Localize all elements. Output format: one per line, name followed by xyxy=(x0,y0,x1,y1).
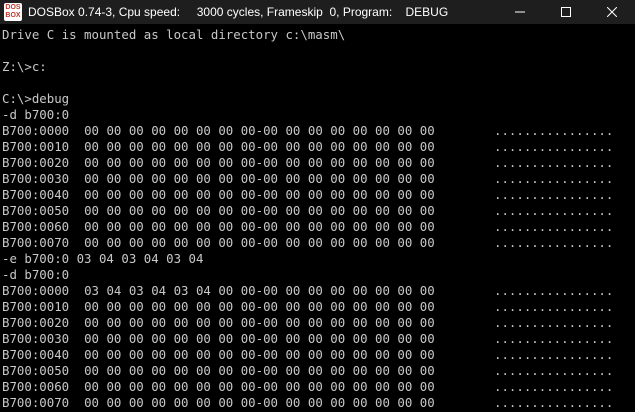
memory-dump-row: B700:0010 00 00 00 00 00 00 00 00-00 00 … xyxy=(2,299,613,315)
close-button[interactable] xyxy=(589,0,635,24)
console-line: Z:\>c: xyxy=(2,59,47,74)
dump-address: B700:0010 xyxy=(2,139,70,154)
dump-address: B700:0020 xyxy=(2,315,70,330)
memory-dump-row: B700:0060 00 00 00 00 00 00 00 00-00 00 … xyxy=(2,219,613,235)
dump-ascii-column: ................ xyxy=(494,299,614,314)
minimize-button[interactable] xyxy=(497,0,543,24)
dump-ascii-column: ................ xyxy=(494,235,614,250)
dump-ascii-column: ................ xyxy=(494,331,614,346)
dump-address: B700:0000 xyxy=(2,283,70,298)
window-controls xyxy=(497,0,635,24)
dump-address: B700:0070 xyxy=(2,235,70,250)
console-line: -d b700:0 xyxy=(2,107,70,122)
dos-console-screen[interactable]: Drive C is mounted as local directory c:… xyxy=(0,24,635,412)
dump-ascii-column: ................ xyxy=(494,155,614,170)
memory-dump-row: B700:0070 00 00 00 00 00 00 00 00-00 00 … xyxy=(2,395,613,411)
dump-hex-bytes: 00 00 00 00 00 00 00 00-00 00 00 00 00 0… xyxy=(84,347,435,362)
dump-hex-bytes: 00 00 00 00 00 00 00 00-00 00 00 00 00 0… xyxy=(84,331,435,346)
dump-address: B700:0060 xyxy=(2,379,70,394)
dump-ascii-column: ................ xyxy=(494,171,614,186)
console-line: Drive C is mounted as local directory c:… xyxy=(2,27,346,42)
dosbox-app-icon[interactable]: DOS BOX xyxy=(4,3,22,21)
dump-hex-bytes: 00 00 00 00 00 00 00 00-00 00 00 00 00 0… xyxy=(84,315,435,330)
dump-hex-bytes: 00 00 00 00 00 00 00 00-00 00 00 00 00 0… xyxy=(84,379,435,394)
dump-hex-bytes: 00 00 00 00 00 00 00 00-00 00 00 00 00 0… xyxy=(84,123,435,138)
dump-address: B700:0030 xyxy=(2,171,70,186)
dump-ascii-column: ................ xyxy=(494,219,614,234)
memory-dump-row: B700:0030 00 00 00 00 00 00 00 00-00 00 … xyxy=(2,171,613,187)
memory-dump-row: B700:0010 00 00 00 00 00 00 00 00-00 00 … xyxy=(2,139,613,155)
dump-hex-bytes: 00 00 00 00 00 00 00 00-00 00 00 00 00 0… xyxy=(84,395,435,410)
memory-dump-row: B700:0040 00 00 00 00 00 00 00 00-00 00 … xyxy=(2,347,613,363)
dump-hex-bytes: 00 00 00 00 00 00 00 00-00 00 00 00 00 0… xyxy=(84,299,435,314)
dump-ascii-column: ................ xyxy=(494,139,614,154)
dump-address: B700:0060 xyxy=(2,219,70,234)
dump-hex-bytes: 00 00 00 00 00 00 00 00-00 00 00 00 00 0… xyxy=(84,363,435,378)
dump-address: B700:0040 xyxy=(2,187,70,202)
dump-ascii-column: ................ xyxy=(494,283,614,298)
dosbox-window: DOS BOX DOSBox 0.74-3, Cpu speed: 3000 c… xyxy=(0,0,635,412)
memory-dump-row: B700:0040 00 00 00 00 00 00 00 00-00 00 … xyxy=(2,187,613,203)
maximize-button[interactable] xyxy=(543,0,589,24)
dump-address: B700:0020 xyxy=(2,155,70,170)
dump-ascii-column: ................ xyxy=(494,395,614,410)
memory-dump-row: B700:0060 00 00 00 00 00 00 00 00-00 00 … xyxy=(2,379,613,395)
console-line: -d b700:0 xyxy=(2,267,70,282)
dump-hex-bytes: 03 04 03 04 03 04 00 00-00 00 00 00 00 0… xyxy=(84,283,435,298)
maximize-icon xyxy=(561,7,571,17)
dump-hex-bytes: 00 00 00 00 00 00 00 00-00 00 00 00 00 0… xyxy=(84,139,435,154)
dump-ascii-column: ................ xyxy=(494,187,614,202)
dump-address: B700:0030 xyxy=(2,331,70,346)
dump-address: B700:0040 xyxy=(2,347,70,362)
memory-dump-row: B700:0020 00 00 00 00 00 00 00 00-00 00 … xyxy=(2,315,613,331)
dump-address: B700:0000 xyxy=(2,123,70,138)
console-line: C:\>debug xyxy=(2,91,70,106)
dump-address: B700:0010 xyxy=(2,299,70,314)
dump-address: B700:0050 xyxy=(2,363,70,378)
minimize-icon xyxy=(515,11,525,13)
memory-dump-row: B700:0020 00 00 00 00 00 00 00 00-00 00 … xyxy=(2,155,613,171)
app-icon-text-bottom: BOX xyxy=(5,12,21,19)
memory-dump-row: B700:0030 00 00 00 00 00 00 00 00-00 00 … xyxy=(2,331,613,347)
dump-address: B700:0070 xyxy=(2,395,70,410)
dump-hex-bytes: 00 00 00 00 00 00 00 00-00 00 00 00 00 0… xyxy=(84,235,435,250)
dump-hex-bytes: 00 00 00 00 00 00 00 00-00 00 00 00 00 0… xyxy=(84,187,435,202)
dump-ascii-column: ................ xyxy=(494,203,614,218)
dump-address: B700:0050 xyxy=(2,203,70,218)
memory-dump-row: B700:0070 00 00 00 00 00 00 00 00-00 00 … xyxy=(2,235,613,251)
title-bar[interactable]: DOS BOX DOSBox 0.74-3, Cpu speed: 3000 c… xyxy=(0,0,635,24)
dump-hex-bytes: 00 00 00 00 00 00 00 00-00 00 00 00 00 0… xyxy=(84,203,435,218)
memory-dump-row: B700:0050 00 00 00 00 00 00 00 00-00 00 … xyxy=(2,363,613,379)
console-line: -e b700:0 03 04 03 04 03 04 xyxy=(2,251,204,266)
memory-dump-row: B700:0050 00 00 00 00 00 00 00 00-00 00 … xyxy=(2,203,613,219)
dump-ascii-column: ................ xyxy=(494,363,614,378)
close-icon xyxy=(607,7,617,17)
window-title: DOSBox 0.74-3, Cpu speed: 3000 cycles, F… xyxy=(28,5,449,19)
dump-hex-bytes: 00 00 00 00 00 00 00 00-00 00 00 00 00 0… xyxy=(84,155,435,170)
memory-dump-row: B700:0000 00 00 00 00 00 00 00 00-00 00 … xyxy=(2,123,613,139)
dump-hex-bytes: 00 00 00 00 00 00 00 00-00 00 00 00 00 0… xyxy=(84,171,435,186)
dump-ascii-column: ................ xyxy=(494,347,614,362)
memory-dump-row: B700:0000 03 04 03 04 03 04 00 00-00 00 … xyxy=(2,283,613,299)
dump-hex-bytes: 00 00 00 00 00 00 00 00-00 00 00 00 00 0… xyxy=(84,219,435,234)
dump-ascii-column: ................ xyxy=(494,123,614,138)
app-icon-text-top: DOS xyxy=(5,4,21,11)
dump-ascii-column: ................ xyxy=(494,315,614,330)
dump-ascii-column: ................ xyxy=(494,379,614,394)
